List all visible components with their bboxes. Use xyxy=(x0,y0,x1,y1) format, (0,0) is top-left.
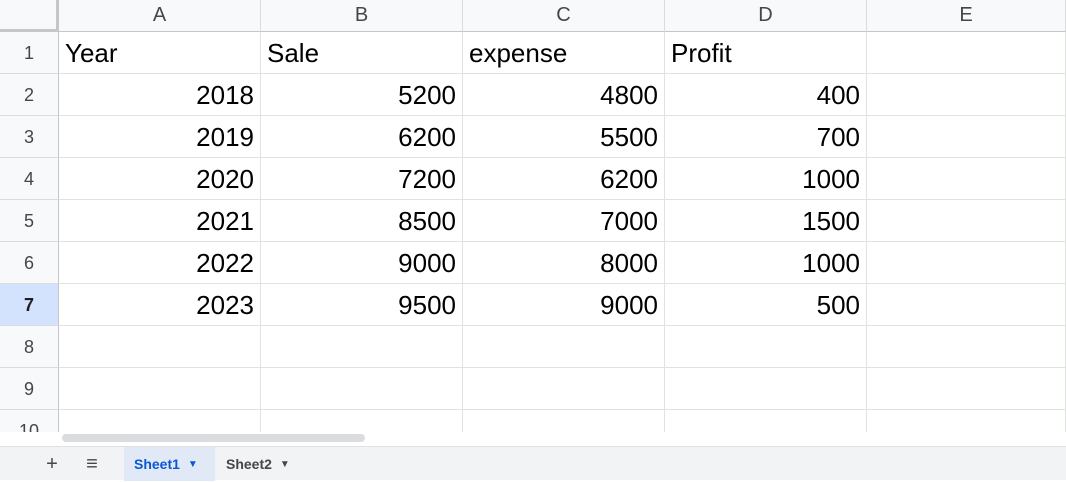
cell-a2[interactable]: 2018 xyxy=(59,74,261,116)
cell-c2[interactable]: 4800 xyxy=(463,74,665,116)
cell-b7[interactable]: 9500 xyxy=(261,284,463,326)
tab-sheet2-label: Sheet2 xyxy=(226,456,272,472)
cell-e6[interactable] xyxy=(867,242,1066,284)
cell-c6[interactable]: 8000 xyxy=(463,242,665,284)
tab-sheet2[interactable]: Sheet2 ▼ xyxy=(216,447,306,481)
cell-c8[interactable] xyxy=(463,326,665,368)
cell-d6[interactable]: 1000 xyxy=(665,242,867,284)
column-header-d[interactable]: D xyxy=(665,0,867,32)
cell-d4[interactable]: 1000 xyxy=(665,158,867,200)
tab-sheet1[interactable]: Sheet1 ▼ xyxy=(124,447,215,481)
row-header-1[interactable]: 1 xyxy=(0,32,59,74)
cell-c4[interactable]: 6200 xyxy=(463,158,665,200)
cell-b5[interactable]: 8500 xyxy=(261,200,463,242)
cell-c3[interactable]: 5500 xyxy=(463,116,665,158)
cell-d10[interactable] xyxy=(665,410,867,432)
column-header-e[interactable]: E xyxy=(867,0,1066,32)
cell-e3[interactable] xyxy=(867,116,1066,158)
row-header-8[interactable]: 8 xyxy=(0,326,59,368)
cell-e8[interactable] xyxy=(867,326,1066,368)
caret-down-icon[interactable]: ▼ xyxy=(280,448,290,482)
cell-d2[interactable]: 400 xyxy=(665,74,867,116)
cell-c10[interactable] xyxy=(463,410,665,432)
cell-e4[interactable] xyxy=(867,158,1066,200)
plus-icon: + xyxy=(46,453,58,475)
row-header-5[interactable]: 5 xyxy=(0,200,59,242)
row-header-4[interactable]: 4 xyxy=(0,158,59,200)
cell-d3[interactable]: 700 xyxy=(665,116,867,158)
cell-a8[interactable] xyxy=(59,326,261,368)
cell-e1[interactable] xyxy=(867,32,1066,74)
cell-a7[interactable]: 2023 xyxy=(59,284,261,326)
row-header-2[interactable]: 2 xyxy=(0,74,59,116)
cell-b4[interactable]: 7200 xyxy=(261,158,463,200)
cell-e2[interactable] xyxy=(867,74,1066,116)
select-all-corner[interactable] xyxy=(0,0,59,32)
tab-sheet1-label: Sheet1 xyxy=(134,456,180,472)
cell-a6[interactable]: 2022 xyxy=(59,242,261,284)
column-header-c[interactable]: C xyxy=(463,0,665,32)
cell-a5[interactable]: 2021 xyxy=(59,200,261,242)
row-header-6[interactable]: 6 xyxy=(0,242,59,284)
add-sheet-button[interactable]: + xyxy=(37,447,67,481)
spreadsheet-grid: A B C D E 1 2 3 4 5 6 7 8 9 10 Year Sale… xyxy=(0,0,1066,432)
all-sheets-button[interactable]: ≡ xyxy=(77,447,107,481)
cell-e5[interactable] xyxy=(867,200,1066,242)
cell-e7[interactable] xyxy=(867,284,1066,326)
sheet-tabs-bar: + ≡ Sheet1 ▼ Sheet2 ▼ xyxy=(0,446,1066,481)
cell-c9[interactable] xyxy=(463,368,665,410)
menu-icon: ≡ xyxy=(86,453,98,475)
cell-b8[interactable] xyxy=(261,326,463,368)
cell-c5[interactable]: 7000 xyxy=(463,200,665,242)
cell-c1[interactable]: expense xyxy=(463,32,665,74)
row-header-10[interactable]: 10 xyxy=(0,410,59,432)
cell-e10[interactable] xyxy=(867,410,1066,432)
cell-a4[interactable]: 2020 xyxy=(59,158,261,200)
cell-a10[interactable] xyxy=(59,410,261,432)
cell-b6[interactable]: 9000 xyxy=(261,242,463,284)
cell-b2[interactable]: 5200 xyxy=(261,74,463,116)
cell-c7[interactable]: 9000 xyxy=(463,284,665,326)
cell-e9[interactable] xyxy=(867,368,1066,410)
cell-d7[interactable]: 500 xyxy=(665,284,867,326)
cell-d1[interactable]: Profit xyxy=(665,32,867,74)
caret-down-icon[interactable]: ▼ xyxy=(188,448,198,482)
row-header-9[interactable]: 9 xyxy=(0,368,59,410)
cell-a9[interactable] xyxy=(59,368,261,410)
cell-d8[interactable] xyxy=(665,326,867,368)
cell-b9[interactable] xyxy=(261,368,463,410)
horizontal-scrollbar[interactable] xyxy=(62,434,365,442)
row-header-7[interactable]: 7 xyxy=(0,284,59,326)
row-header-3[interactable]: 3 xyxy=(0,116,59,158)
cell-b10[interactable] xyxy=(261,410,463,432)
column-header-b[interactable]: B xyxy=(261,0,463,32)
cell-b1[interactable]: Sale xyxy=(261,32,463,74)
cell-b3[interactable]: 6200 xyxy=(261,116,463,158)
cell-a3[interactable]: 2019 xyxy=(59,116,261,158)
cell-d9[interactable] xyxy=(665,368,867,410)
cell-a1[interactable]: Year xyxy=(59,32,261,74)
column-header-a[interactable]: A xyxy=(59,0,261,32)
cell-d5[interactable]: 1500 xyxy=(665,200,867,242)
